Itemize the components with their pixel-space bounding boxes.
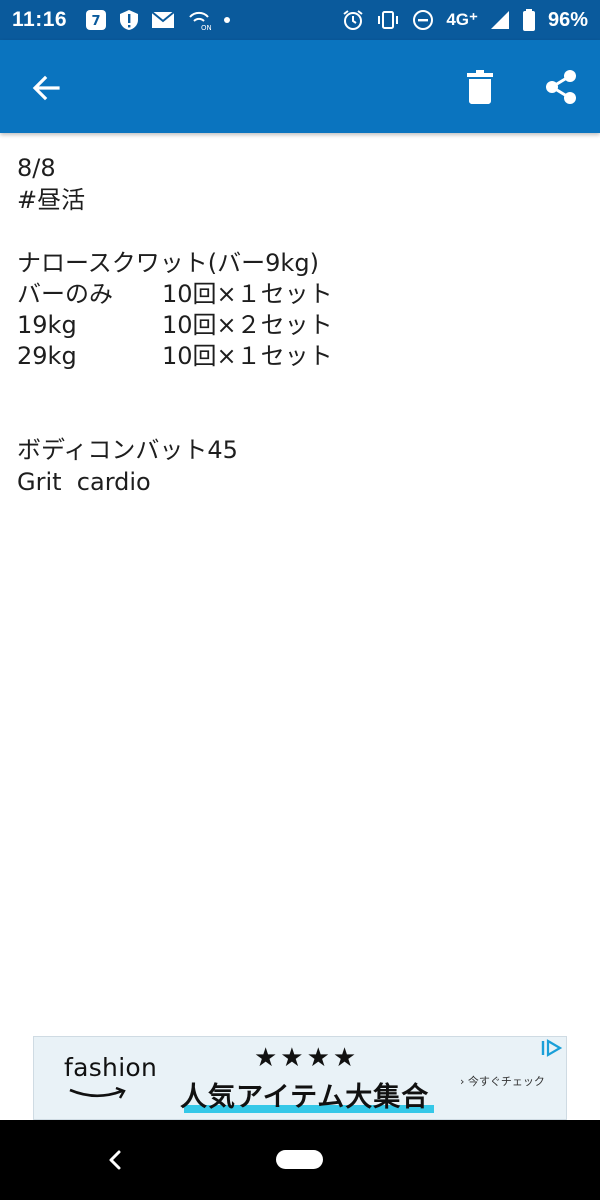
vibrate-icon: [376, 10, 400, 30]
wifi-calling-icon: ON: [187, 9, 211, 31]
share-icon: [546, 70, 576, 104]
svg-text:7: 7: [92, 14, 101, 29]
set-row: バーのみ 10回×１セット: [17, 279, 583, 310]
exercise-title: ナロースクワット(バー9kg): [17, 249, 319, 277]
set-weight: 29kg: [17, 342, 77, 370]
set-weight: バーのみ: [17, 280, 113, 308]
status-right: 4G⁺ 96%: [342, 9, 588, 32]
alarm-icon: [342, 9, 364, 31]
memo-date: 8/8: [17, 154, 56, 182]
mail-icon: [151, 11, 175, 29]
memo-body[interactable]: 8/8 #昼活 ナロースクワット(バー9kg) バーのみ 10回×１セット 19…: [17, 152, 583, 498]
set-reps: 10回×１セット: [162, 342, 333, 370]
system-nav-bar: [0, 1120, 600, 1200]
svg-text:ON: ON: [201, 24, 211, 31]
ad-cta-link[interactable]: › 今すぐチェック: [460, 1073, 545, 1089]
adchoices-icon[interactable]: [540, 1039, 564, 1057]
battery-icon: [522, 9, 536, 31]
ad-headline: 人気アイテム大集合: [180, 1082, 430, 1113]
nav-back-icon[interactable]: [103, 1148, 127, 1172]
more-notifications-dot-icon: [223, 16, 231, 24]
alert-shield-icon: [119, 9, 139, 31]
set-row: 19kg 10回×２セット: [17, 310, 583, 341]
trash-icon: [467, 70, 493, 104]
notification-icons: 7 ON: [85, 9, 231, 31]
nav-home-pill[interactable]: [276, 1150, 323, 1169]
app-bar: [0, 40, 600, 133]
back-button[interactable]: [26, 68, 66, 108]
set-row: 29kg 10回×１セット: [17, 341, 583, 372]
battery-percent: 96%: [547, 8, 588, 31]
signal-icon: [490, 10, 510, 30]
set-reps: 10回×２セット: [162, 311, 333, 339]
ad-banner[interactable]: fashion ★★★★ 人気アイテム大集合 › 今すぐチェック: [33, 1036, 567, 1120]
amazon-smile-icon: [69, 1087, 126, 1099]
class-extra: Grit cardio: [17, 468, 151, 496]
share-button[interactable]: [540, 66, 582, 108]
status-time: 11:16: [12, 8, 68, 31]
class-name: ボディコンバット45: [17, 436, 238, 464]
delete-button[interactable]: [460, 66, 500, 108]
do-not-disturb-icon: [412, 9, 434, 31]
ad-stars: ★★★★: [254, 1043, 360, 1073]
set-reps: 10回×１セット: [162, 280, 333, 308]
status-bar: 11:16 7 ON 4G⁺ 96%: [0, 0, 600, 40]
network-type: 4G⁺: [446, 10, 478, 29]
back-arrow-icon: [32, 75, 60, 101]
seven-eleven-app-icon: 7: [85, 9, 107, 31]
set-weight: 19kg: [17, 311, 77, 339]
ad-brand-logo: fashion: [64, 1053, 158, 1082]
memo-hashtag: #昼活: [17, 186, 86, 214]
